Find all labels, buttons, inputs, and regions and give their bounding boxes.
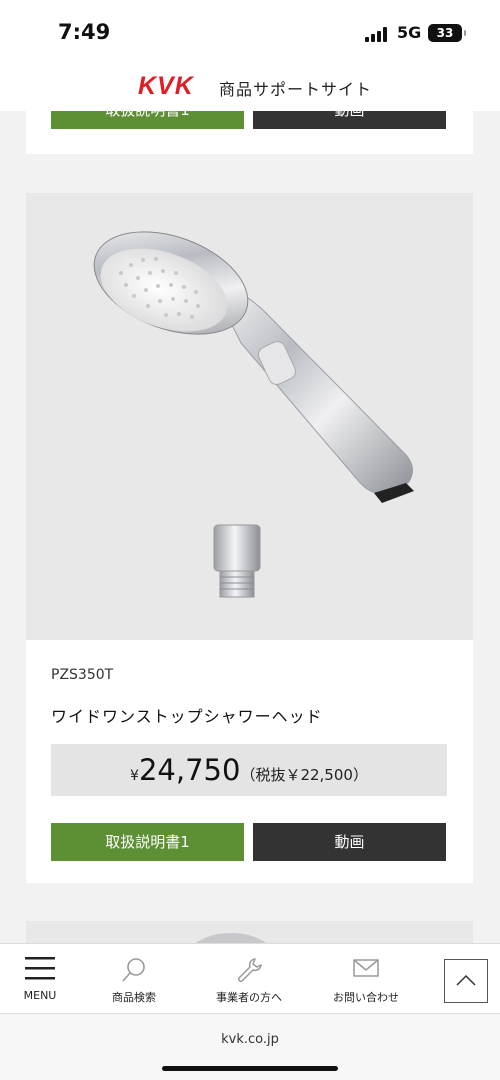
status-bar: 7:49 5G 33 [0,0,500,64]
manual-button[interactable]: 取扱説明書1 [51,823,244,861]
price-tax-note: （税抜￥22,500） [240,766,368,784]
url-text[interactable]: kvk.co.jp [0,1032,500,1047]
network-type: 5G [397,23,422,42]
nav-business-label: 事業者の方へ [216,991,282,1004]
browser-url-bar[interactable]: kvk.co.jp [0,1013,500,1080]
product-code: PZS350T [51,667,114,683]
nav-business[interactable]: 事業者の方へ [200,944,298,1014]
shower-head-icon [93,231,414,598]
price-currency: ¥ [130,768,139,784]
product-image[interactable] [26,193,473,640]
nav-menu-label: MENU [23,989,57,1002]
nav-contact-label: お問い合わせ [333,991,399,1004]
back-to-top-button[interactable] [444,959,488,1003]
product-card-previous: 取扱説明書1 動画 [26,111,473,154]
product-list[interactable]: 取扱説明書1 動画 [0,111,500,943]
nav-contact[interactable]: お問い合わせ [318,944,414,1014]
home-indicator [162,1066,338,1071]
nav-search[interactable]: 商品検索 [96,944,172,1014]
site-title: 商品サポートサイト [219,80,373,99]
manual-button[interactable]: 取扱説明書1 [51,111,244,129]
next-product-image [26,921,473,943]
menu-icon [25,957,55,980]
product-card-next [26,921,473,943]
mail-icon [353,959,379,977]
nav-search-label: 商品検索 [112,991,156,1004]
bottom-nav: MENU 商品検索 事業者の方へ お問い合わせ [0,943,500,1013]
signal-icon [365,26,391,42]
video-button[interactable]: 動画 [253,111,446,129]
product-card: PZS350T ワイドワンストップシャワーヘッド ¥24,750（税抜￥22,5… [26,193,473,883]
chevron-up-icon [456,974,476,986]
search-icon [122,958,145,982]
price-value: 24,750 [138,753,241,787]
kvk-logo[interactable]: KVK [138,72,194,101]
status-time: 7:49 [58,20,111,44]
site-header: KVK 商品サポートサイト [0,64,500,111]
wrench-icon [237,958,262,983]
product-name[interactable]: ワイドワンストップシャワーヘッド [51,703,323,727]
video-button[interactable]: 動画 [253,823,446,861]
price-box: ¥24,750（税抜￥22,500） [51,744,447,796]
nav-menu[interactable]: MENU [6,944,74,1014]
battery-icon: 33 [428,24,466,42]
